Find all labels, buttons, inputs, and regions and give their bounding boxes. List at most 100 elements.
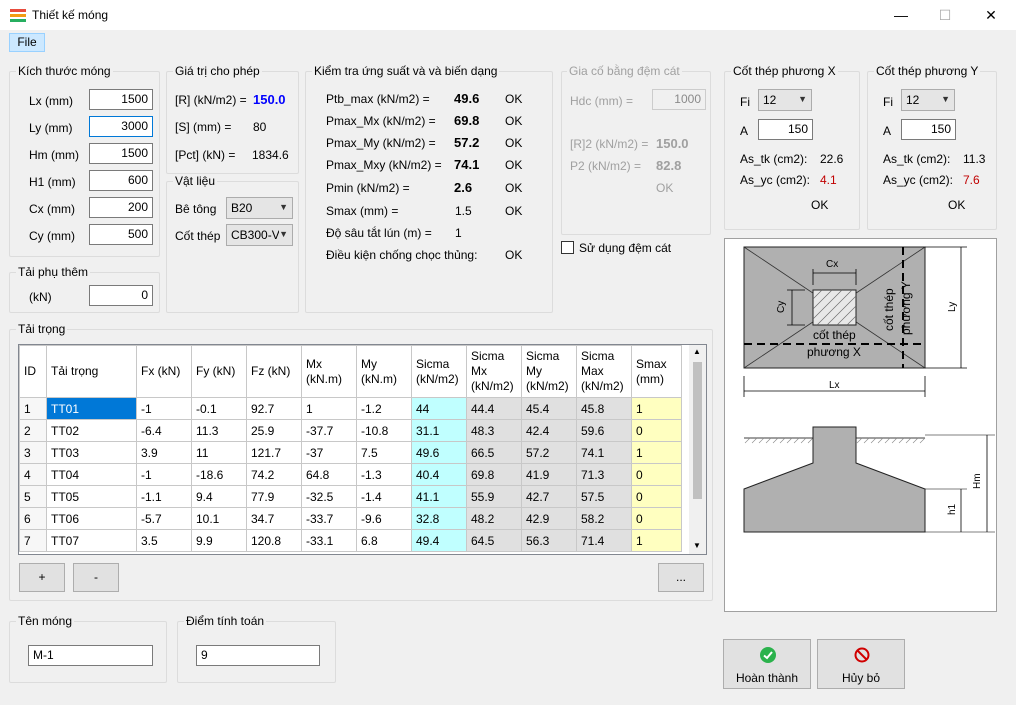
table-cell[interactable]: 56.3 [521, 529, 577, 552]
fi-y-select[interactable]: 12 ▼ [901, 89, 955, 111]
table-cell[interactable]: TT05 [46, 485, 137, 508]
table-row[interactable]: 7 TT07 3.5 9.9 120.8 -33.1 6.8 49.4 64.5 56.3 71.4… [19, 529, 682, 552]
table-cell[interactable]: 6.8 [356, 529, 412, 552]
scroll-thumb[interactable] [693, 362, 702, 499]
table-cell[interactable]: -18.6 [191, 463, 247, 486]
table-cell[interactable]: 120.8 [246, 529, 302, 552]
load-table[interactable]: ID Tải trọng Fx (kN) Fy (kN) Fz (kN) Mx … [18, 344, 707, 555]
a-x-input[interactable]: 150 [758, 119, 813, 140]
col-header[interactable]: Fy (kN) [191, 345, 247, 398]
table-cell[interactable]: 49.4 [411, 529, 467, 552]
table-row[interactable]: 3 TT03 3.9 11 121.7 -37 7.5 49.6 66.5 57.2 74.1 1 [19, 441, 682, 464]
table-cell[interactable]: -10.8 [356, 419, 412, 442]
hdc-input[interactable]: 1000 [652, 89, 706, 110]
add-row-button[interactable]: + [19, 563, 65, 592]
table-cell[interactable]: -9.6 [356, 507, 412, 530]
table-row[interactable]: 2 TT02 -6.4 11.3 25.9 -37.7 -10.8 31.1 48.3 42.4 5… [19, 419, 682, 442]
col-header[interactable]: ID [19, 345, 47, 398]
table-cell[interactable]: TT07 [46, 529, 137, 552]
col-header[interactable]: Fz (kN) [246, 345, 302, 398]
table-cell[interactable]: 71.4 [576, 529, 632, 552]
table-cell[interactable]: 66.5 [466, 441, 522, 464]
lx-input[interactable]: 1500 [89, 89, 153, 110]
table-cell[interactable]: 48.2 [466, 507, 522, 530]
ten-mong-input[interactable]: M-1 [28, 645, 153, 666]
table-cell[interactable]: 6 [19, 507, 47, 530]
table-cell[interactable]: 11 [191, 441, 247, 464]
maximize-button[interactable]: ☐ [922, 0, 968, 30]
table-cell[interactable]: 64.8 [301, 463, 357, 486]
col-header[interactable]: Fx (kN) [136, 345, 192, 398]
table-cell[interactable]: 74.2 [246, 463, 302, 486]
table-cell[interactable]: 9.9 [191, 529, 247, 552]
table-cell[interactable]: 0 [631, 507, 682, 530]
table-cell[interactable]: -37 [301, 441, 357, 464]
table-cell[interactable]: -1 [136, 397, 192, 420]
h1-input[interactable]: 600 [89, 170, 153, 191]
table-cell[interactable]: 44.4 [466, 397, 522, 420]
table-cell[interactable]: -1.2 [356, 397, 412, 420]
cy-input[interactable]: 500 [89, 224, 153, 245]
table-cell[interactable]: -1.4 [356, 485, 412, 508]
table-cell[interactable]: TT04 [46, 463, 137, 486]
table-cell[interactable]: 11.3 [191, 419, 247, 442]
table-cell[interactable]: 41.1 [411, 485, 467, 508]
table-cell[interactable]: 1 [631, 441, 682, 464]
table-cell[interactable]: TT06 [46, 507, 137, 530]
huy-bo-button[interactable]: Hủy bỏ [817, 639, 905, 689]
table-cell[interactable]: 1 [631, 529, 682, 552]
table-cell[interactable]: 74.1 [576, 441, 632, 464]
table-cell[interactable]: 1 [19, 397, 47, 420]
hm-input[interactable]: 1500 [89, 143, 153, 164]
hoan-thanh-button[interactable]: Hoàn thành [723, 639, 811, 689]
menu-file[interactable]: File [9, 33, 45, 52]
table-cell[interactable]: 32.8 [411, 507, 467, 530]
table-cell[interactable]: 0 [631, 485, 682, 508]
ly-input[interactable]: 3000 [89, 116, 153, 137]
table-cell[interactable]: 2 [19, 419, 47, 442]
table-scrollbar[interactable]: ▲ ▼ [689, 345, 706, 554]
table-cell[interactable]: 92.7 [246, 397, 302, 420]
col-header[interactable]: Smax (mm) [631, 345, 682, 398]
table-cell[interactable]: -1.1 [136, 485, 192, 508]
table-cell[interactable]: 59.6 [576, 419, 632, 442]
table-cell[interactable]: 3.9 [136, 441, 192, 464]
table-cell[interactable]: 42.4 [521, 419, 577, 442]
table-cell[interactable]: 40.4 [411, 463, 467, 486]
table-cell[interactable]: 25.9 [246, 419, 302, 442]
col-header[interactable]: Sicma Mx (kN/m2) [466, 345, 522, 398]
table-cell[interactable]: 71.3 [576, 463, 632, 486]
table-cell[interactable]: -1 [136, 463, 192, 486]
remove-row-button[interactable]: - [73, 563, 119, 592]
table-cell[interactable]: 121.7 [246, 441, 302, 464]
table-cell[interactable]: -1.3 [356, 463, 412, 486]
scroll-up-icon[interactable]: ▲ [693, 347, 701, 356]
col-header[interactable]: Sicma My (kN/m2) [521, 345, 577, 398]
close-button[interactable]: ✕ [968, 0, 1014, 30]
table-cell[interactable]: 5 [19, 485, 47, 508]
table-cell[interactable]: 42.7 [521, 485, 577, 508]
table-cell[interactable]: 31.1 [411, 419, 467, 442]
table-cell[interactable]: 1 [631, 397, 682, 420]
scroll-down-icon[interactable]: ▼ [693, 541, 701, 550]
table-row[interactable]: 4 TT04 -1 -18.6 74.2 64.8 -1.3 40.4 69.8 41.9 71.3… [19, 463, 682, 486]
table-cell[interactable]: 0 [631, 463, 682, 486]
table-cell[interactable]: 7 [19, 529, 47, 552]
tai-phu-input[interactable]: 0 [89, 285, 153, 306]
table-cell[interactable]: 4 [19, 463, 47, 486]
table-cell[interactable]: -32.5 [301, 485, 357, 508]
col-header[interactable]: Tải trọng [46, 345, 137, 398]
table-cell[interactable]: TT02 [46, 419, 137, 442]
table-cell[interactable]: -5.7 [136, 507, 192, 530]
table-cell[interactable]: 41.9 [521, 463, 577, 486]
table-cell[interactable]: 34.7 [246, 507, 302, 530]
table-cell[interactable]: 45.8 [576, 397, 632, 420]
col-header[interactable]: Sicma Max (kN/m2) [576, 345, 632, 398]
table-cell[interactable]: -37.7 [301, 419, 357, 442]
table-cell[interactable]: 55.9 [466, 485, 522, 508]
table-row[interactable]: 6 TT06 -5.7 10.1 34.7 -33.7 -9.6 32.8 48.2 42.9 58… [19, 507, 682, 530]
table-cell[interactable]: -33.7 [301, 507, 357, 530]
cx-input[interactable]: 200 [89, 197, 153, 218]
table-row[interactable]: 5 TT05 -1.1 9.4 77.9 -32.5 -1.4 41.1 55.9 42.7 57.… [19, 485, 682, 508]
fi-x-select[interactable]: 12 ▼ [758, 89, 812, 111]
